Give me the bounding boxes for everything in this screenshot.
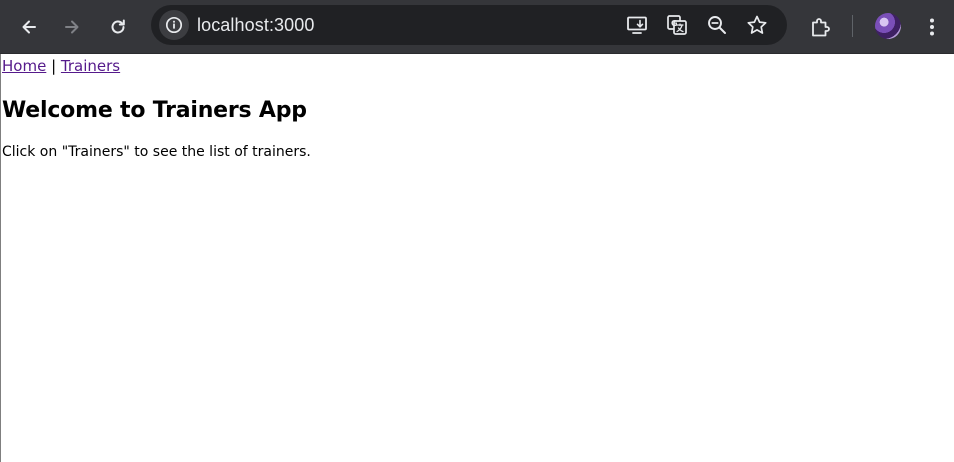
bookmark-button[interactable] — [743, 11, 771, 39]
trainers-link[interactable]: Trainers — [61, 57, 120, 75]
toolbar-divider — [852, 15, 853, 37]
back-button[interactable] — [11, 9, 47, 45]
home-link[interactable]: Home — [2, 57, 46, 75]
nav-separator: | — [51, 57, 57, 75]
page-viewport: Home | Trainers Welcome to Trainers App … — [0, 54, 954, 462]
star-icon — [747, 15, 767, 34]
avatar[interactable] — [875, 13, 901, 39]
reload-button[interactable] — [100, 9, 136, 45]
page-description: Click on "Trainers" to see the list of t… — [2, 144, 311, 160]
address-bar[interactable]: localhost:3000 G — [151, 5, 787, 45]
info-icon — [165, 16, 183, 34]
forward-arrow-icon — [65, 20, 79, 34]
page-content: Home | Trainers Welcome to Trainers App … — [2, 56, 311, 161]
forward-button[interactable] — [54, 9, 90, 45]
svg-text:G: G — [671, 19, 678, 28]
install-app-icon — [627, 16, 647, 34]
install-app-button[interactable] — [623, 11, 651, 39]
nav-bar: Home | Trainers — [2, 56, 311, 76]
zoom-button[interactable] — [703, 11, 731, 39]
menu-button[interactable] — [914, 9, 950, 45]
page-title: Welcome to Trainers App — [2, 98, 307, 123]
back-arrow-icon — [22, 20, 36, 34]
kebab-menu-icon — [930, 18, 934, 36]
site-info-button[interactable] — [159, 10, 189, 40]
extensions-button[interactable] — [803, 9, 839, 45]
zoom-out-icon — [708, 16, 726, 34]
translate-button[interactable]: G — [663, 11, 691, 39]
browser-toolbar: localhost:3000 G — [0, 0, 954, 54]
url-text[interactable]: localhost:3000 — [197, 15, 315, 35]
puzzle-icon — [812, 18, 830, 37]
reload-icon — [111, 19, 125, 34]
translate-icon: G — [667, 15, 687, 35]
